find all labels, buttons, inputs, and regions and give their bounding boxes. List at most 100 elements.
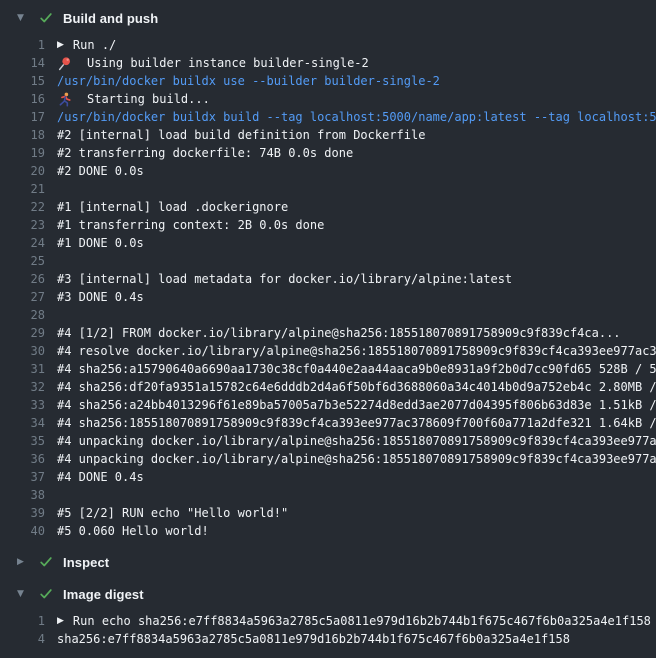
line-number: 25 [0, 252, 45, 270]
log-text: #4 resolve docker.io/library/alpine@sha2… [57, 342, 656, 360]
log-text: #4 unpacking docker.io/library/alpine@sh… [57, 432, 656, 450]
line-number: 15 [0, 72, 45, 90]
pushpin-icon [57, 56, 73, 71]
section-header-build-and-push[interactable]: ▼ Build and push [0, 6, 656, 30]
log-line[interactable]: 16 Starting build... [0, 90, 656, 108]
line-number: 31 [0, 360, 45, 378]
line-number: 38 [0, 486, 45, 504]
log-text: #4 DONE 0.4s [57, 468, 144, 486]
log-line[interactable]: 39#5 [2/2] RUN echo "Hello world!" [0, 504, 656, 522]
line-number: 17 [0, 108, 45, 126]
log-text: ▶Run echo sha256:e7ff8834a5963a2785c5a08… [57, 612, 651, 630]
line-number: 26 [0, 270, 45, 288]
log-line[interactable]: 25 [0, 252, 656, 270]
log-line[interactable]: 23 #1 transferring context: 2B 0.0s done [0, 216, 656, 234]
log-line[interactable]: 26#3 [internal] load metadata for docker… [0, 270, 656, 288]
log-line[interactable]: 32 #4 sha256:df20fa9351a15782c64e6dddb2d4… [0, 378, 656, 396]
log-text: #2 DONE 0.0s [57, 162, 144, 180]
success-check-icon [39, 11, 53, 25]
log-line[interactable]: 28 [0, 306, 656, 324]
line-number: 35 [0, 432, 45, 450]
log-text: /usr/bin/docker buildx use --builder bui… [57, 72, 440, 90]
log-text: #2 [internal] load build definition from… [57, 126, 425, 144]
line-number: 32 [0, 378, 45, 396]
log-text: #5 0.060 Hello world! [57, 522, 209, 540]
log-text: #5 [2/2] RUN echo "Hello world!" [57, 504, 288, 522]
log-line[interactable]: 22#1 [internal] load .dockerignore [0, 198, 656, 216]
line-number: 33 [0, 396, 45, 414]
line-number: 37 [0, 468, 45, 486]
log-line[interactable]: 15/usr/bin/docker buildx use --builder b… [0, 72, 656, 90]
log-line[interactable]: 17/usr/bin/docker buildx build --tag loc… [0, 108, 656, 126]
log-text: sha256:e7ff8834a5963a2785c5a0811e979d16b… [57, 630, 570, 648]
log-text: #4 sha256:df20fa9351a15782c64e6dddb2d4a6… [57, 378, 656, 396]
log-line[interactable]: 33 #4 sha256:a24bb4013296f61e89ba57005a7b… [0, 396, 656, 414]
line-number: 23 [0, 216, 45, 234]
line-number: 20 [0, 162, 45, 180]
section-title: Inspect [63, 555, 109, 570]
log-line[interactable]: 31#4 sha256:a15790640a6690aa1730c38cf0a4… [0, 360, 656, 378]
line-number: 1 [0, 612, 45, 630]
log-text: #4 [1/2] FROM docker.io/library/alpine@s… [57, 324, 621, 342]
log-text: #4 sha256:185518070891758909c9f839cf4ca3… [57, 414, 656, 432]
log-line[interactable]: 27 #3 DONE 0.4s [0, 288, 656, 306]
log-line[interactable]: 1 ▶Run echo sha256:e7ff8834a5963a2785c5a0… [0, 612, 656, 630]
line-number: 16 [0, 90, 45, 108]
log-lines-build-and-push: 1 ▶Run ./ 14 Using builder instance builder… [0, 36, 656, 540]
log-text: /usr/bin/docker buildx build --tag local… [57, 108, 656, 126]
line-number: 4 [0, 630, 45, 648]
log-line[interactable]: 14 Using builder instance builder-single-… [0, 54, 656, 72]
log-line[interactable]: 19 #2 transferring dockerfile: 74B 0.0s d… [0, 144, 656, 162]
chevron-down-icon[interactable]: ▼ [17, 14, 31, 23]
log-text: #4 sha256:a24bb4013296f61e89ba57005a7b3e… [57, 396, 656, 414]
line-number: 40 [0, 522, 45, 540]
success-check-icon [39, 555, 53, 569]
log-line[interactable]: 34 #4 sha256:185518070891758909c9f839cf4c… [0, 414, 656, 432]
expand-run-toggle-icon[interactable]: ▶ [57, 612, 64, 630]
line-number: 36 [0, 450, 45, 468]
section-header-inspect[interactable]: ▶ Inspect [0, 550, 656, 574]
line-number: 34 [0, 414, 45, 432]
line-number: 18 [0, 126, 45, 144]
log-line[interactable]: 20 #2 DONE 0.0s [0, 162, 656, 180]
line-number: 24 [0, 234, 45, 252]
log-text: Using builder instance builder-single-2 [57, 54, 369, 72]
line-number: 27 [0, 288, 45, 306]
log-lines-image-digest: 1 ▶Run echo sha256:e7ff8834a5963a2785c5a0… [0, 612, 656, 648]
line-number: 28 [0, 306, 45, 324]
chevron-right-icon[interactable]: ▶ [17, 558, 31, 567]
log-text: Starting build... [57, 90, 210, 108]
log-line[interactable]: 24 #1 DONE 0.0s [0, 234, 656, 252]
workflow-log-pane: ▼ Build and push 1▶Run ./14Using builder… [0, 0, 656, 658]
section-title: Image digest [63, 587, 144, 602]
log-line[interactable]: 4 sha256:e7ff8834a5963a2785c5a0811e979d16… [0, 630, 656, 648]
line-number: 21 [0, 180, 45, 198]
log-line[interactable]: 36 #4 unpacking docker.io/library/alpine@… [0, 450, 656, 468]
line-number: 1 [0, 36, 45, 54]
log-line[interactable]: 38 [0, 486, 656, 504]
log-line[interactable]: 1 ▶Run ./ [0, 36, 656, 54]
section-title: Build and push [63, 11, 158, 26]
runner-icon [57, 92, 73, 107]
expand-run-toggle-icon[interactable]: ▶ [57, 36, 64, 54]
log-line[interactable]: 18 #2 [internal] load build definition fr… [0, 126, 656, 144]
log-line[interactable]: 35 #4 unpacking docker.io/library/alpine@… [0, 432, 656, 450]
log-line[interactable]: 21 [0, 180, 656, 198]
chevron-down-icon[interactable]: ▼ [17, 590, 31, 599]
log-text: #4 unpacking docker.io/library/alpine@sh… [57, 450, 656, 468]
log-text: #1 transferring context: 2B 0.0s done [57, 216, 324, 234]
log-line[interactable]: 37 #4 DONE 0.4s [0, 468, 656, 486]
success-check-icon [39, 587, 53, 601]
log-line[interactable]: 29 #4 [1/2] FROM docker.io/library/alpine… [0, 324, 656, 342]
section-header-image-digest[interactable]: ▼ Image digest [0, 582, 656, 606]
log-line[interactable]: 40 #5 0.060 Hello world! [0, 522, 656, 540]
line-number: 22 [0, 198, 45, 216]
log-text: #1 DONE 0.0s [57, 234, 144, 252]
line-number: 14 [0, 54, 45, 72]
line-number: 29 [0, 324, 45, 342]
log-text: ▶Run ./ [57, 36, 116, 54]
log-line[interactable]: 30#4 resolve docker.io/library/alpine@sh… [0, 342, 656, 360]
line-number: 19 [0, 144, 45, 162]
log-text: #2 transferring dockerfile: 74B 0.0s don… [57, 144, 353, 162]
log-text: #3 DONE 0.4s [57, 288, 144, 306]
